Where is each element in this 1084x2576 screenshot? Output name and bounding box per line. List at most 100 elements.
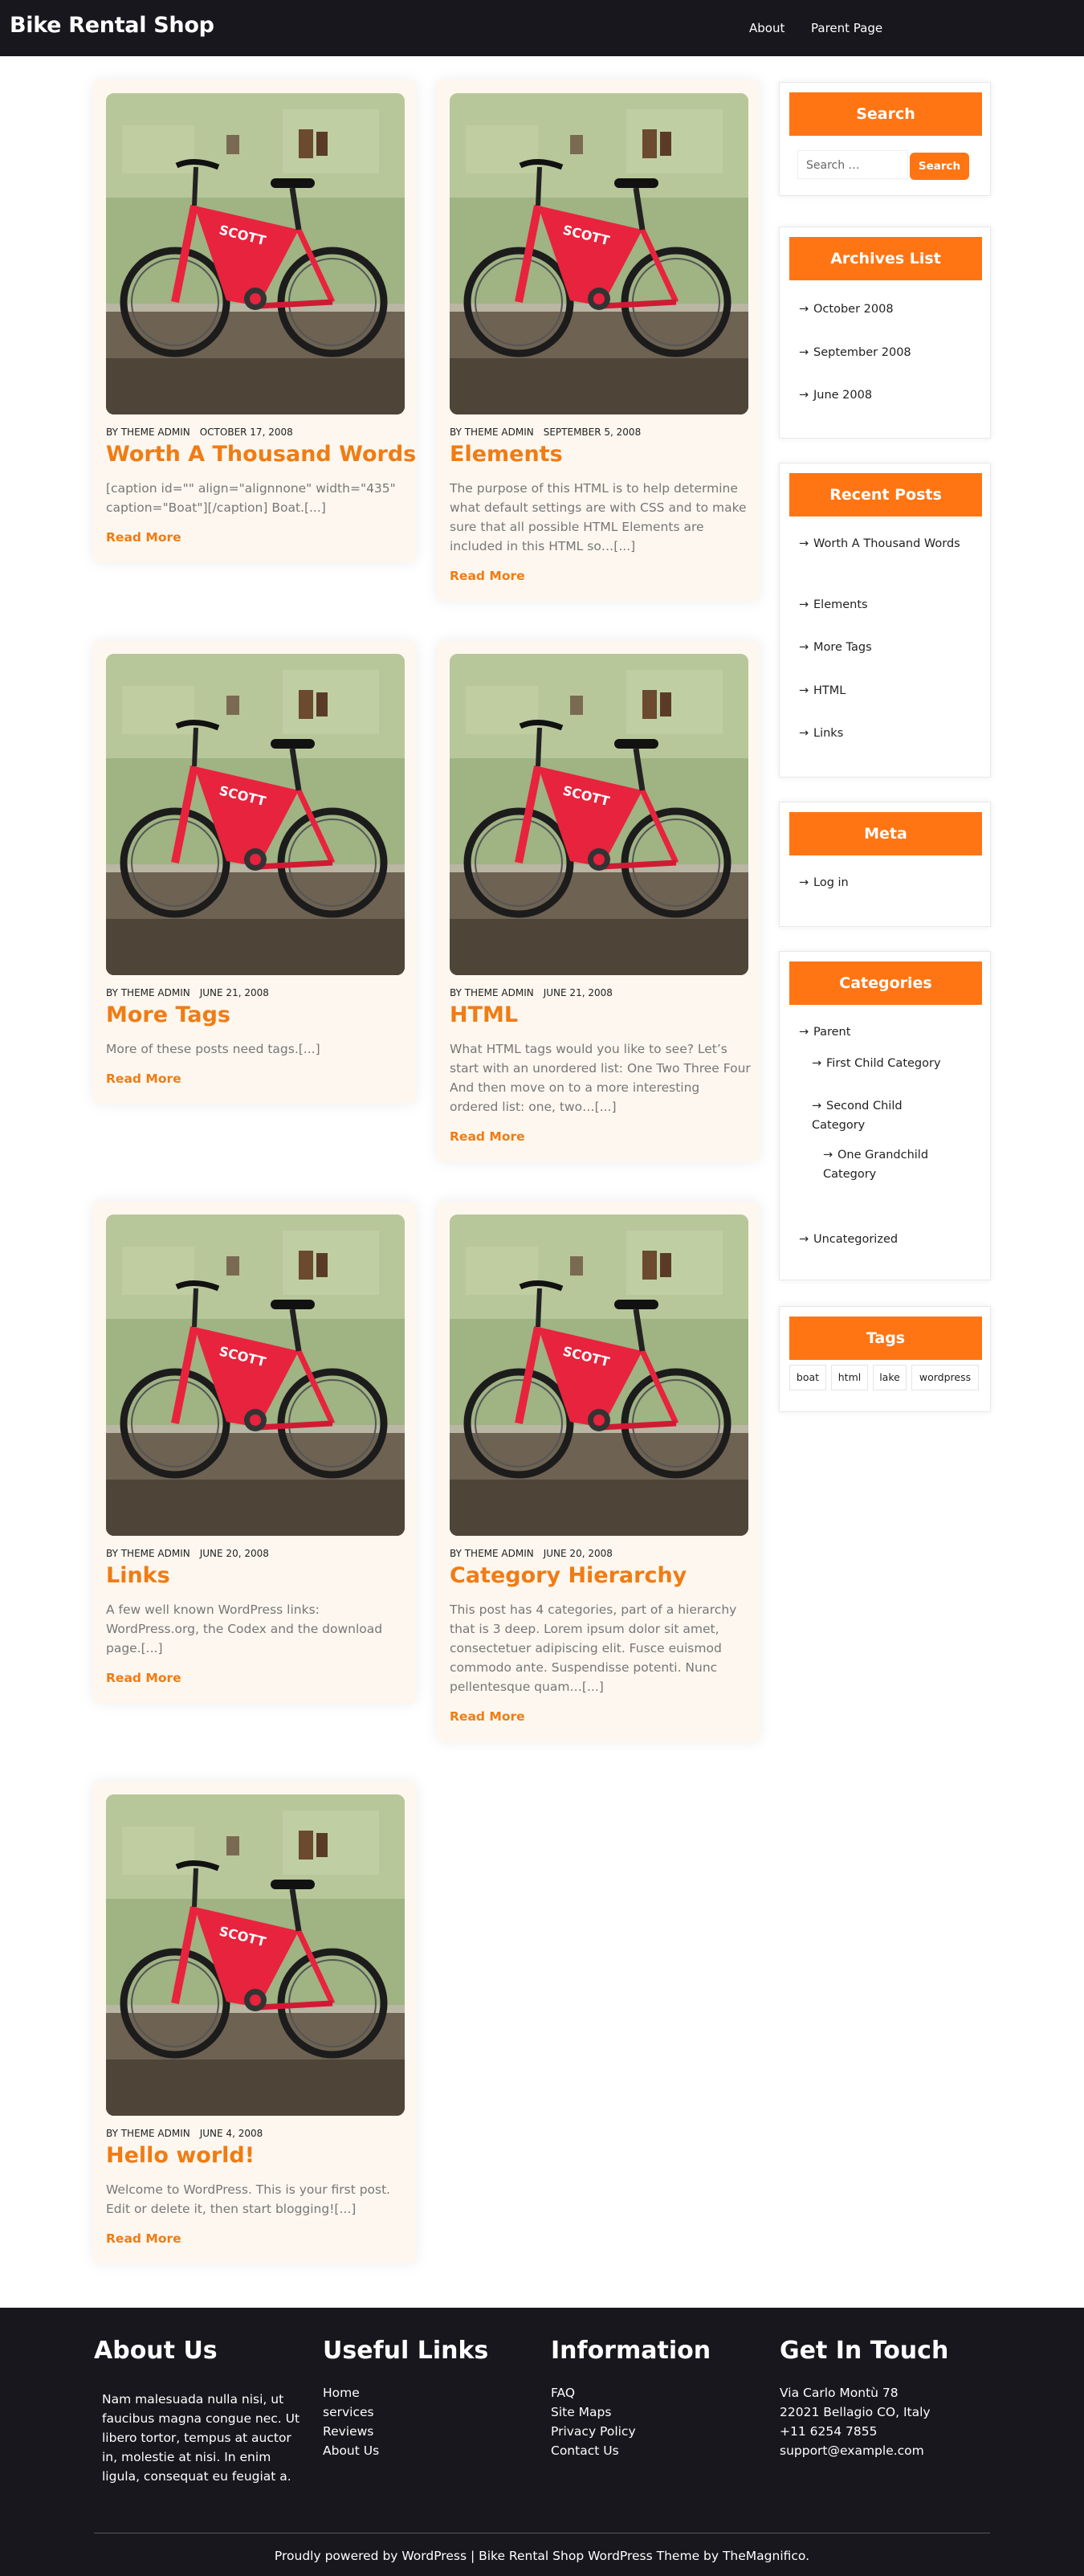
footer-heading-about: About Us <box>94 2337 218 2365</box>
archive-item-label: September 2008 <box>813 346 911 359</box>
category-item[interactable]: → Second Child Category <box>812 1096 956 1135</box>
arrow-right-icon: → <box>799 346 809 359</box>
search-button[interactable]: Search <box>910 153 969 180</box>
footer-phone[interactable]: +11 6254 7855 <box>780 2422 931 2441</box>
arrow-right-icon: → <box>799 727 809 740</box>
tag-link[interactable]: wordpress <box>911 1365 979 1390</box>
search-input[interactable]: Search … <box>797 150 908 179</box>
category-item[interactable]: → First Child Category <box>812 1054 941 1073</box>
post-thumbnail[interactable] <box>106 1794 405 2116</box>
post-thumbnail[interactable] <box>106 1215 405 1536</box>
read-more-link[interactable]: Read More <box>106 1072 181 1086</box>
post-date: JUNE 20, 2008 <box>543 1548 613 1559</box>
recent-post-label: HTML <box>813 684 846 697</box>
footer-address-line: 22021 Bellagio CO, Italy <box>780 2405 931 2419</box>
post-thumbnail[interactable] <box>106 93 405 414</box>
post-title[interactable]: Hello world! <box>106 2143 255 2168</box>
post-card: BY THEME ADMIN JUNE 20, 2008 Category Hie… <box>437 1202 760 1741</box>
post-card: BY THEME ADMIN JUNE 4, 2008 Hello world! … <box>93 1782 416 2264</box>
post-meta: BY THEME ADMIN SEPTEMBER 5, 2008 <box>450 427 641 438</box>
site-title[interactable]: Bike Rental Shop <box>10 13 214 38</box>
tag-link[interactable]: lake <box>873 1365 907 1390</box>
footer-link-home[interactable]: Home <box>323 2383 379 2402</box>
post-thumbnail[interactable] <box>450 654 748 975</box>
arrow-right-icon: → <box>799 537 809 550</box>
post-excerpt: [caption id="" align="alignnone" width="… <box>106 481 396 515</box>
post-thumbnail[interactable] <box>106 654 405 975</box>
arrow-right-icon: → <box>799 876 809 889</box>
post-title[interactable]: Links <box>106 1563 170 1588</box>
post-date: JUNE 4, 2008 <box>199 2128 263 2139</box>
footer-link-reviews[interactable]: Reviews <box>323 2422 379 2441</box>
arrow-right-icon: → <box>799 1233 809 1246</box>
meta-item-login[interactable]: → Log in <box>799 873 849 892</box>
post-card: BY THEME ADMIN OCTOBER 17, 2008 Worth A T… <box>93 80 416 562</box>
read-more-link[interactable]: Read More <box>450 1129 525 1144</box>
recent-post-item[interactable]: → HTML <box>799 681 846 700</box>
post-meta: BY THEME ADMIN OCTOBER 17, 2008 <box>106 427 293 438</box>
post-excerpt: More of these posts need tags.[...] <box>106 1042 320 1056</box>
footer-contact-info: Via Carlo Montù 78 22021 Bellagio CO, It… <box>780 2383 931 2460</box>
recent-post-item[interactable]: → More Tags <box>799 638 872 657</box>
footer-link-contact-us[interactable]: Contact Us <box>551 2441 636 2460</box>
category-item[interactable]: → Parent <box>799 1023 850 1042</box>
footer-address-line: Via Carlo Montù 78 <box>780 2386 899 2400</box>
read-more-link[interactable]: Read More <box>450 1709 525 1724</box>
post-title[interactable]: More Tags <box>106 1002 230 1027</box>
post-author: BY THEME ADMIN <box>450 427 534 438</box>
footer-link-about-us[interactable]: About Us <box>323 2441 379 2460</box>
arrow-right-icon: → <box>812 1057 822 1070</box>
archives-widget: Archives List → October 2008 → September 2… <box>779 227 991 439</box>
footer-about-text: Nam malesuada nulla nisi, ut faucibus ma… <box>102 2392 300 2484</box>
category-item[interactable]: → Uncategorized <box>799 1230 898 1249</box>
footer-link-privacy-policy[interactable]: Privacy Policy <box>551 2422 636 2441</box>
recent-post-item[interactable]: → Elements <box>799 595 868 614</box>
archive-item[interactable]: → September 2008 <box>799 343 911 362</box>
tag-link[interactable]: html <box>831 1365 868 1390</box>
category-label: First Child Category <box>826 1057 941 1070</box>
post-card: BY THEME ADMIN JUNE 21, 2008 More Tags Mo… <box>93 641 416 1104</box>
post-title[interactable]: Worth A Thousand Words <box>106 442 416 467</box>
post-title[interactable]: Elements <box>450 442 563 467</box>
nav-about[interactable]: About <box>749 21 784 35</box>
recent-post-label: Elements <box>813 598 868 611</box>
post-title[interactable]: HTML <box>450 1002 518 1027</box>
post-author: BY THEME ADMIN <box>106 427 190 438</box>
arrow-right-icon: → <box>799 598 809 611</box>
arrow-right-icon: → <box>812 1100 822 1112</box>
read-more-link[interactable]: Read More <box>106 2231 181 2246</box>
tag-link[interactable]: boat <box>789 1365 826 1390</box>
post-date: JUNE 21, 2008 <box>543 987 613 998</box>
read-more-link[interactable]: Read More <box>106 530 181 545</box>
meta-item-label: Log in <box>813 876 849 889</box>
footer-link-faq[interactable]: FAQ <box>551 2383 636 2402</box>
footer-email[interactable]: support@example.com <box>780 2441 931 2460</box>
site-footer: About Us Nam malesuada nulla nisi, ut fa… <box>0 2308 1084 2576</box>
footer-heading-get-in-touch: Get In Touch <box>780 2337 949 2365</box>
archive-item-label: June 2008 <box>813 389 873 402</box>
post-author: BY THEME ADMIN <box>106 1548 190 1559</box>
arrow-right-icon: → <box>799 1026 809 1039</box>
footer-link-site-maps[interactable]: Site Maps <box>551 2402 636 2422</box>
post-excerpt: A few well known WordPress links: WordPr… <box>106 1602 383 1655</box>
post-date: JUNE 20, 2008 <box>199 1548 269 1559</box>
footer-copyright: Proudly powered by WordPress | Bike Rent… <box>274 2549 810 2563</box>
category-item[interactable]: → One Grandchild Category <box>823 1145 960 1184</box>
read-more-link[interactable]: Read More <box>106 1671 181 1685</box>
search-widget: Search Search … Search <box>779 82 991 196</box>
archive-item[interactable]: → June 2008 <box>799 386 872 405</box>
footer-link-services[interactable]: services <box>323 2402 379 2422</box>
post-title[interactable]: Category Hierarchy <box>450 1563 687 1588</box>
recent-post-item[interactable]: → Links <box>799 724 843 743</box>
read-more-link[interactable]: Read More <box>450 569 525 583</box>
nav-parent-page[interactable]: Parent Page <box>811 21 882 35</box>
recent-post-item[interactable]: → Worth A Thousand Words <box>799 534 976 553</box>
post-thumbnail[interactable] <box>450 1215 748 1536</box>
categories-widget: Categories → Parent → First Child Category… <box>779 951 991 1280</box>
widget-title: Archives List <box>789 237 982 280</box>
post-meta: BY THEME ADMIN JUNE 4, 2008 <box>106 2128 263 2139</box>
archive-item[interactable]: → October 2008 <box>799 300 894 319</box>
footer-heading-useful-links: Useful Links <box>323 2337 489 2365</box>
widget-title: Recent Posts <box>789 473 982 516</box>
post-thumbnail[interactable] <box>450 93 748 414</box>
